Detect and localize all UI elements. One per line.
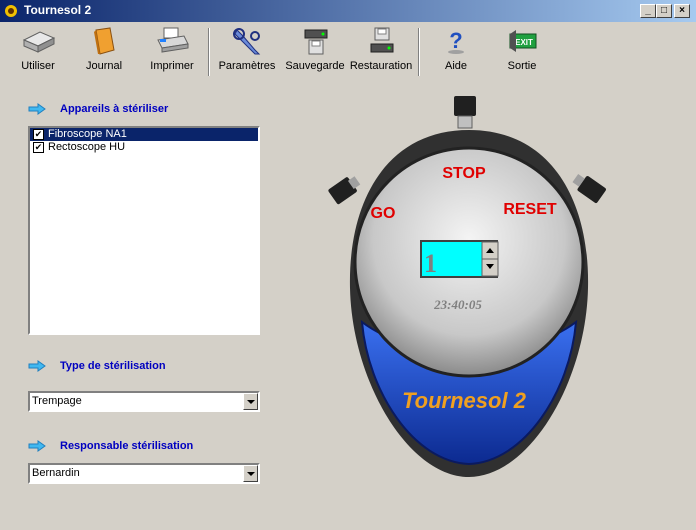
- checkbox[interactable]: ✔: [33, 129, 44, 140]
- toolbar-separator: [208, 28, 210, 76]
- backup-drive-icon: [304, 29, 328, 55]
- brand-label: Tournesol 2: [402, 388, 527, 413]
- help-icon: ?: [448, 28, 464, 54]
- arrow-right-icon: [28, 103, 46, 115]
- restauration-button[interactable]: Restauration: [348, 26, 414, 80]
- reset-side-button[interactable]: [570, 171, 607, 204]
- maximize-button[interactable]: □: [656, 4, 672, 18]
- appareils-section-title: Appareils à stériliser: [60, 103, 169, 115]
- window-title: Tournesol 2: [24, 3, 92, 17]
- utiliser-button[interactable]: Utiliser: [14, 26, 62, 80]
- type-section-title: Type de stérilisation: [60, 360, 166, 372]
- journal-button[interactable]: Journal: [82, 26, 126, 80]
- svg-text:?: ?: [449, 28, 462, 53]
- exit-badge-text: EXIT: [515, 38, 533, 47]
- type-select[interactable]: Trempage: [28, 391, 260, 412]
- list-item[interactable]: ✔ Fibroscope NA1: [30, 128, 258, 141]
- restore-drive-icon: [370, 27, 394, 53]
- exit-door-icon: EXIT: [509, 30, 537, 52]
- sunflower-icon: [5, 5, 17, 17]
- sortie-button[interactable]: EXIT Sortie: [500, 26, 544, 80]
- aide-label: Aide: [444, 60, 468, 72]
- stop-crown-button[interactable]: [454, 96, 476, 116]
- wrench-icon: [233, 28, 261, 55]
- arrow-right-icon: [28, 360, 46, 372]
- responsable-select[interactable]: Bernardin: [28, 463, 260, 484]
- go-button[interactable]: GO: [371, 205, 396, 222]
- minimize-button[interactable]: _: [640, 4, 656, 18]
- responsable-select-value: Bernardin: [32, 467, 80, 479]
- parametres-button[interactable]: Paramètres: [218, 26, 276, 80]
- type-select-value: Trempage: [32, 395, 82, 407]
- arrow-right-icon: [28, 440, 46, 452]
- printer-icon: [157, 27, 189, 53]
- stop-button[interactable]: STOP: [442, 165, 486, 182]
- list-item-label: Fibroscope NA1: [48, 128, 127, 140]
- counter-value: 1: [424, 249, 437, 278]
- dropdown-arrow-icon[interactable]: [243, 465, 258, 482]
- reset-button[interactable]: RESET: [503, 201, 557, 218]
- checkbox[interactable]: ✔: [33, 142, 44, 153]
- aide-button[interactable]: ? Aide: [434, 26, 478, 80]
- clock-display: 23:40:05: [433, 297, 482, 312]
- sauvegarde-label: Sauvegarde: [285, 60, 345, 72]
- dropdown-arrow-icon[interactable]: [243, 393, 258, 410]
- list-item-label: Rectoscope HU: [48, 141, 126, 153]
- responsable-section-title: Responsable stérilisation: [60, 440, 194, 452]
- book-icon: [94, 27, 115, 55]
- toolbar-separator: [418, 28, 420, 76]
- restauration-label: Restauration: [349, 60, 413, 72]
- close-button[interactable]: ×: [674, 4, 690, 18]
- scanner-icon: [22, 31, 56, 53]
- imprimer-label: Imprimer: [150, 60, 194, 72]
- title-bar: Tournesol 2 _ □ ×: [0, 0, 696, 22]
- utiliser-label: Utiliser: [21, 60, 55, 72]
- sortie-label: Sortie: [507, 60, 537, 72]
- stopwatch: STOP GO RESET 1 23:40:05 Tournesol 2: [328, 96, 607, 477]
- sauvegarde-button[interactable]: Sauvegarde: [284, 26, 346, 80]
- journal-label: Journal: [85, 60, 123, 72]
- list-item[interactable]: ✔ Rectoscope HU: [30, 141, 258, 154]
- imprimer-button[interactable]: Imprimer: [148, 26, 196, 80]
- appareils-listbox[interactable]: ✔ Fibroscope NA1 ✔ Rectoscope HU: [28, 126, 260, 335]
- toolbar: Utiliser Journal Imprimer Paramètres Sau…: [0, 22, 696, 82]
- go-side-button[interactable]: [328, 173, 363, 205]
- parametres-label: Paramètres: [218, 60, 276, 72]
